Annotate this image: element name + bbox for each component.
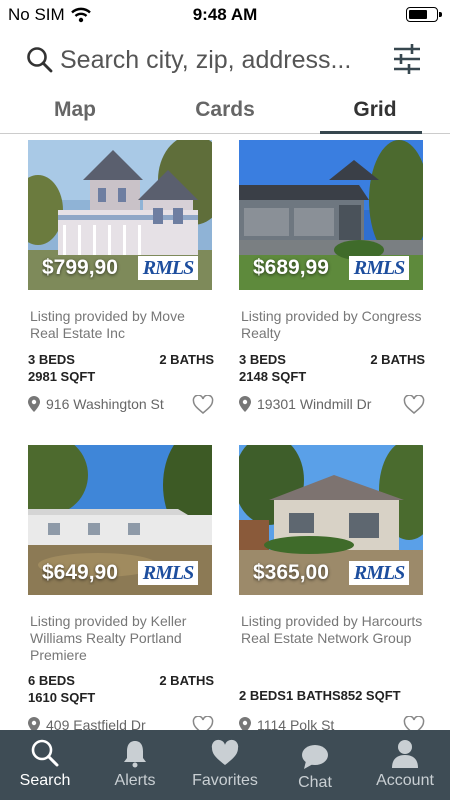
battery-icon (406, 7, 442, 22)
heart-outline-icon[interactable] (403, 395, 425, 415)
heart-outline-icon[interactable] (192, 395, 214, 415)
rmls-badge: RMLS (349, 561, 409, 585)
clock: 9:48 AM (192, 5, 258, 24)
sqft-value: 2148 SQFT (239, 369, 307, 384)
tab-cards[interactable]: Cards (150, 92, 300, 133)
location-pin-icon (28, 396, 40, 412)
nav-label: Chat (298, 774, 332, 791)
view-tabs: Map Cards Grid (0, 92, 450, 134)
beds-count: 2 BEDS (239, 688, 286, 703)
listing-photo[interactable]: $365,00 RMLS (239, 445, 423, 595)
sqft-value: 852 SQFT (340, 688, 401, 703)
listing-grid: $799,90 RMLS Listing provided by Move Re… (0, 135, 450, 730)
listing-price: $799,90 (42, 256, 118, 279)
nav-label: Favorites (192, 772, 258, 789)
listing-photo[interactable]: $799,90 RMLS (28, 140, 212, 290)
baths-count: 2 BATHS (159, 352, 214, 367)
listing-price: $689,99 (253, 256, 329, 279)
listing-stats: 2 BEDS 1 BATHS 852 SQFT (239, 688, 425, 705)
sqft-value: 1610 SQFT (28, 690, 96, 705)
tab-map[interactable]: Map (0, 92, 150, 133)
heart-outline-icon[interactable] (192, 716, 214, 730)
battery-level (409, 10, 427, 19)
search-bar (0, 36, 450, 86)
listing-price: $649,90 (42, 561, 118, 584)
beds-count: 3 BEDS (239, 352, 286, 367)
location-pin-icon (28, 717, 40, 730)
listing-provider: Listing provided by Move Real Estate Inc (30, 308, 185, 341)
nav-favorites[interactable]: Favorites (180, 730, 270, 800)
address-text: 916 Washington St (46, 396, 164, 412)
listing-provider: Listing provided by Keller Williams Real… (30, 613, 187, 663)
search-input[interactable] (60, 42, 380, 78)
sqft-value: 2981 SQFT (28, 369, 96, 384)
beds-count: 3 BEDS (28, 352, 75, 367)
nav-label: Search (19, 772, 71, 789)
listing-stats: 6 BEDS 2 BATHS 1610 SQFT (28, 673, 214, 707)
search-icon (31, 739, 59, 767)
listing-provider: Listing provided by Congress Realty (241, 308, 422, 341)
rmls-badge: RMLS (138, 256, 198, 280)
location-pin-icon (239, 396, 251, 412)
location-pin-icon (239, 717, 251, 730)
person-icon (392, 740, 418, 768)
listing-address: 409 Eastfield Dr (28, 717, 146, 730)
listing-address: 1114 Polk St (239, 717, 334, 730)
search-icon[interactable] (26, 46, 54, 74)
rmls-badge: RMLS (349, 256, 409, 280)
nav-account[interactable]: Account (360, 730, 450, 800)
baths-count: 2 BATHS (370, 352, 425, 367)
listing-provider: Listing provided by Harcourts Real Estat… (241, 613, 423, 646)
baths-count: 2 BATHS (159, 673, 214, 688)
bell-icon (124, 741, 146, 768)
chat-bubble-icon (302, 745, 328, 769)
address-text: 19301 Windmill Dr (257, 396, 372, 412)
baths-count: 1 BATHS (285, 688, 341, 703)
bottom-navigation: Search Alerts Favorites Chat Account (0, 730, 450, 800)
address-text: 1114 Polk St (257, 717, 335, 730)
nav-alerts[interactable]: Alerts (90, 730, 180, 800)
rmls-badge: RMLS (138, 561, 198, 585)
listing-price: $365,00 (253, 561, 329, 584)
address-text: 409 Eastfield Dr (46, 717, 146, 730)
listing-photo[interactable]: $649,90 RMLS (28, 445, 212, 595)
listing-stats: 3 BEDS 2 BATHS 2148 SQFT (239, 352, 425, 386)
listing-photo[interactable]: $689,99 RMLS (239, 140, 423, 290)
status-bar: No SIM 9:48 AM (0, 0, 450, 30)
nav-search[interactable]: Search (0, 730, 90, 800)
listing-stats: 3 BEDS 2 BATHS 2981 SQFT (28, 352, 214, 386)
listing-address: 916 Washington St (28, 396, 164, 412)
nav-label: Alerts (114, 772, 156, 789)
listing-address: 19301 Windmill Dr (239, 396, 371, 412)
tab-grid[interactable]: Grid (300, 92, 450, 134)
heart-icon (211, 739, 239, 765)
beds-count: 6 BEDS (28, 673, 75, 688)
nav-label: Account (376, 772, 434, 789)
filter-sliders-icon[interactable] (392, 42, 422, 76)
heart-outline-icon[interactable] (403, 716, 425, 730)
nav-chat[interactable]: Chat (270, 730, 360, 800)
